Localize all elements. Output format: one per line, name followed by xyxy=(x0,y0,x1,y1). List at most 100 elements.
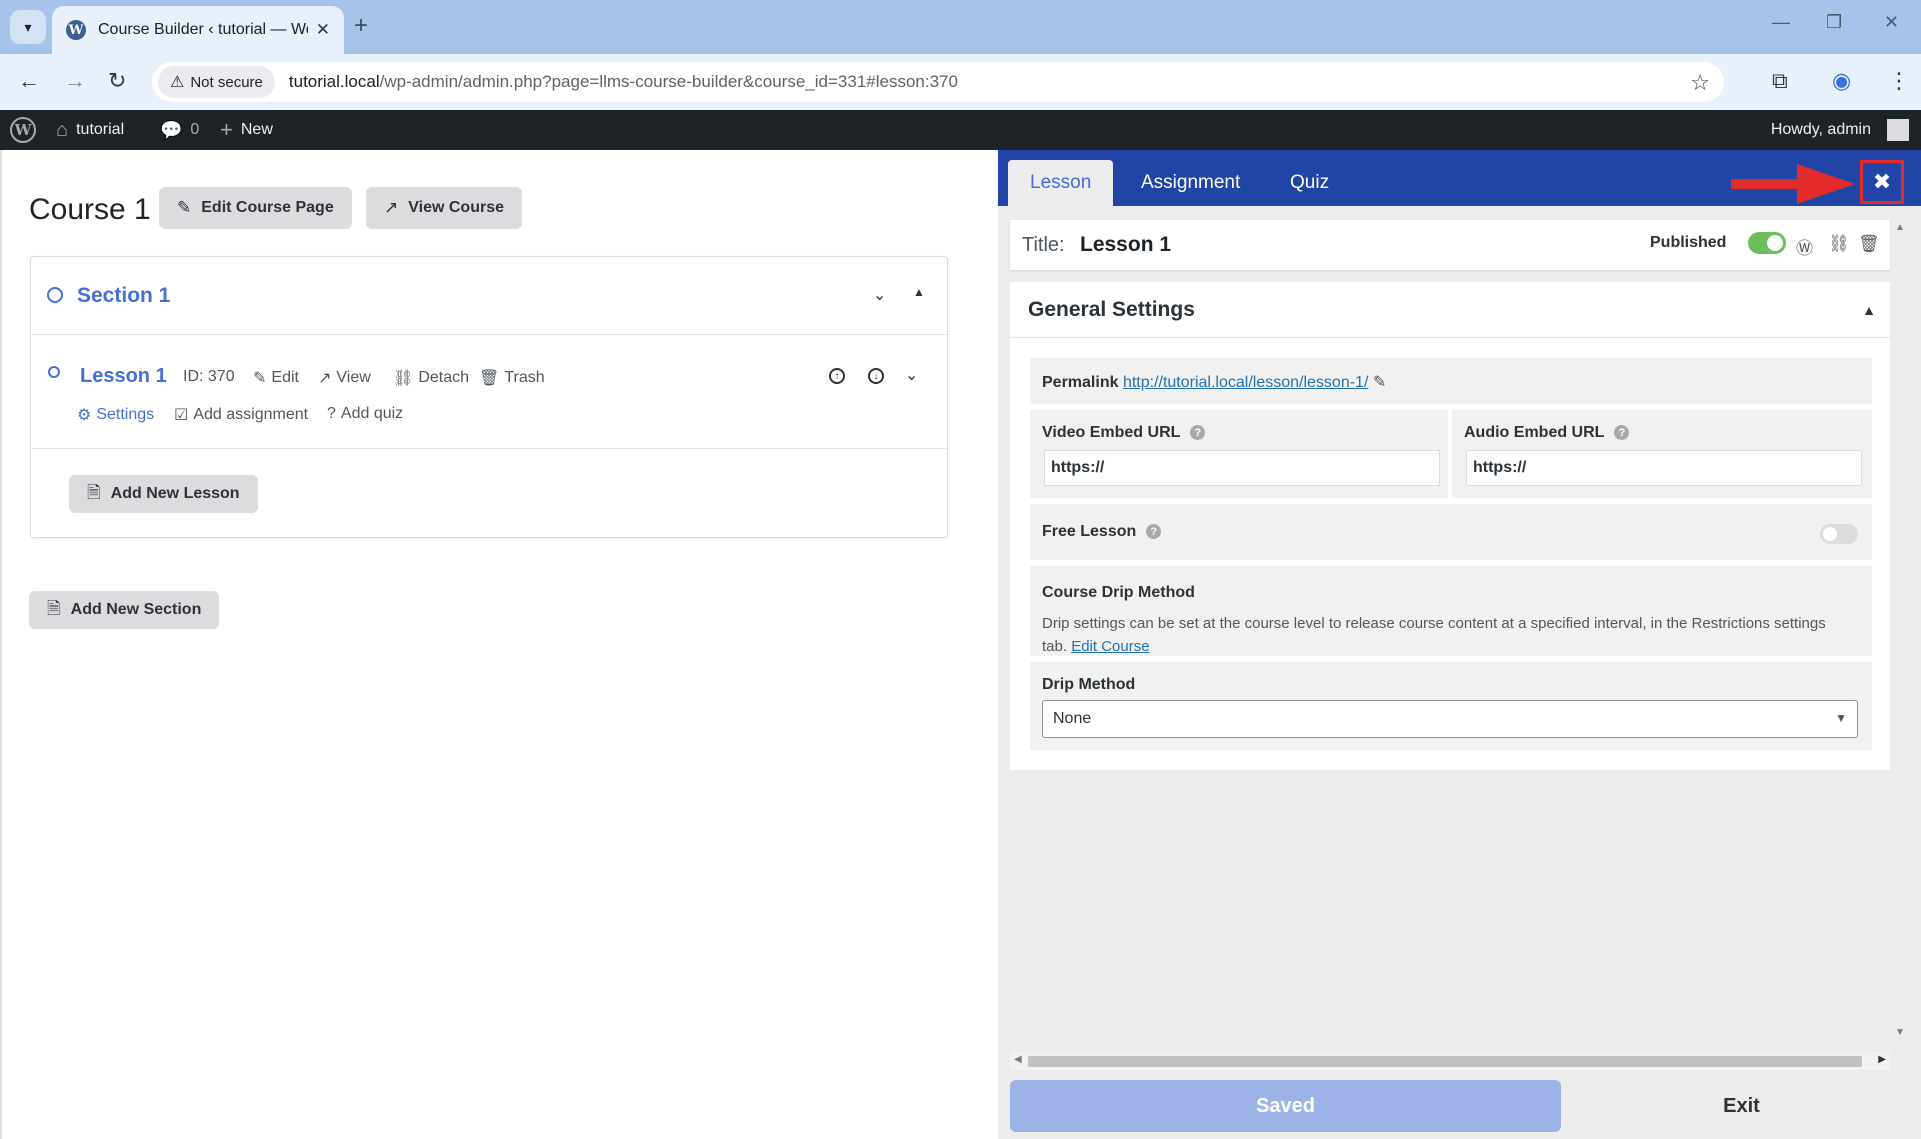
lesson-edit-link[interactable]: ✎ Edit xyxy=(253,368,299,388)
scroll-up-icon[interactable]: ▲ xyxy=(1895,222,1905,233)
free-lesson-label: Free Lesson xyxy=(1042,523,1137,540)
view-course-button[interactable]: ↗ View Course xyxy=(366,187,522,229)
lesson-title[interactable]: Lesson 1 xyxy=(80,365,167,388)
wp-admin-bar: W ⌂ tutorial 💬 0 + New Howdy, admin xyxy=(0,110,1921,150)
edit-course-link[interactable]: Edit Course xyxy=(1071,638,1149,655)
edit-course-page-label: Edit Course Page xyxy=(201,199,334,216)
menu-kebab-icon[interactable]: ⋮ xyxy=(1888,68,1910,94)
wp-logo-menu[interactable]: W xyxy=(10,110,36,150)
permalink-link[interactable]: http://tutorial.local/lesson/lesson-1/ xyxy=(1123,374,1368,391)
extensions-icon[interactable]: ⧉ xyxy=(1772,68,1788,94)
vertical-scrollbar[interactable]: ▲ ▼ xyxy=(1893,220,1909,1040)
title-label: Title: xyxy=(1022,234,1065,256)
audio-embed-label-wrap: Audio Embed URL? xyxy=(1464,424,1630,442)
detach-icon[interactable]: ⛓ xyxy=(1828,234,1850,254)
add-quiz-label: Add quiz xyxy=(340,405,404,422)
help-icon[interactable]: ? xyxy=(1146,524,1162,540)
published-toggle[interactable] xyxy=(1748,232,1786,254)
permalink-row: Permalink http://tutorial.local/lesson/l… xyxy=(1030,358,1872,404)
scroll-right-icon[interactable]: ▶ xyxy=(1878,1054,1886,1065)
wordpress-favicon-icon: W xyxy=(66,20,86,40)
forward-icon[interactable]: → xyxy=(64,68,86,94)
wordpress-icon[interactable]: Ⓦ xyxy=(1796,234,1813,259)
free-lesson-toggle[interactable] xyxy=(1820,524,1858,544)
new-content-link[interactable]: + New xyxy=(220,110,273,150)
add-assignment-link[interactable]: ☑ Add assignment xyxy=(174,405,308,425)
not-secure-badge[interactable]: ⚠ Not secure xyxy=(158,66,275,98)
lesson-title-field[interactable]: Lesson 1 xyxy=(1080,233,1171,257)
drip-method-select[interactable]: None ▼ xyxy=(1042,700,1858,738)
reload-icon[interactable]: ↻ xyxy=(108,68,126,94)
add-new-section-label: Add New Section xyxy=(70,601,202,618)
url-text[interactable]: tutorial.local/wp-admin/admin.php?page=l… xyxy=(289,72,958,92)
profile-icon[interactable]: ◉ xyxy=(1832,68,1851,94)
exit-button[interactable]: Exit xyxy=(1574,1080,1909,1132)
home-icon: ⌂ xyxy=(56,118,69,141)
collapse-caret-icon[interactable]: ▲ xyxy=(1862,302,1876,318)
address-bar: ← → ↻ ⚠ Not secure tutorial.local/wp-adm… xyxy=(0,54,1921,110)
lesson-detach-link[interactable]: ⛓ Detach xyxy=(393,368,469,388)
minimize-icon[interactable]: — xyxy=(1772,12,1790,33)
help-icon[interactable]: ? xyxy=(1614,425,1630,441)
lesson-trash-link[interactable]: 🗑 Trash xyxy=(479,368,545,388)
trash-icon[interactable]: 🗑 xyxy=(1858,234,1880,254)
video-embed-input[interactable]: https:// xyxy=(1044,450,1440,486)
audio-embed-label: Audio Embed URL xyxy=(1464,424,1605,441)
horizontal-scrollbar[interactable]: ◀ ▶ xyxy=(1010,1052,1890,1070)
window-close-icon[interactable]: ✕ xyxy=(1884,12,1899,33)
lesson-title-bar: Title: Lesson 1 Published Ⓦ ⛓ 🗑 xyxy=(1010,220,1890,270)
section-title[interactable]: Section 1 xyxy=(77,284,170,308)
tab-quiz[interactable]: Quiz xyxy=(1268,160,1351,206)
scroll-left-icon[interactable]: ◀ xyxy=(1014,1054,1022,1065)
general-settings-header[interactable]: General Settings ▲ xyxy=(1010,282,1890,338)
saved-button[interactable]: Saved xyxy=(1010,1080,1561,1132)
browser-tab[interactable]: W Course Builder ‹ tutorial — Wor ✕ xyxy=(52,6,344,54)
tab-list-button[interactable]: ▾ xyxy=(10,10,46,44)
lesson-settings-link[interactable]: ⚙ Settings xyxy=(77,405,154,425)
free-lesson-row: Free Lesson? xyxy=(1030,504,1872,560)
video-embed-row: Video Embed URL? https:// xyxy=(1030,410,1448,498)
lesson-drag-handle-icon[interactable] xyxy=(48,366,60,378)
published-label: Published xyxy=(1650,234,1727,251)
external-link-icon: ↗ xyxy=(318,370,332,387)
trash-icon: 🗑 xyxy=(479,370,500,387)
add-new-lesson-button[interactable]: 🗎 Add New Lesson xyxy=(69,475,258,513)
close-sidebar-button[interactable]: ✖ xyxy=(1860,160,1904,204)
my-account-link[interactable]: Howdy, admin xyxy=(1771,110,1909,150)
add-new-section-button[interactable]: 🗎 Add New Section xyxy=(29,591,220,629)
help-icon[interactable]: ? xyxy=(1190,425,1206,441)
permalink-field: Permalink http://tutorial.local/lesson/l… xyxy=(1042,372,1386,392)
course-builder-main: Course 1 ✎ Edit Course Page ↗ View Cours… xyxy=(0,150,998,1139)
section-card: Section 1 ⌄ ▲ Lesson 1 ID: 370 ✎ Edit ↗ Vi… xyxy=(30,256,948,538)
detach-label: Detach xyxy=(418,369,470,386)
maximize-icon[interactable]: ❐ xyxy=(1826,12,1842,33)
section-drag-handle-icon[interactable] xyxy=(47,287,63,303)
tab-lesson[interactable]: Lesson xyxy=(1008,160,1114,206)
avatar xyxy=(1887,119,1909,141)
course-drip-description: Drip settings can be set at the course l… xyxy=(1042,612,1852,658)
lesson-chevron-down-icon[interactable]: ⌄ xyxy=(905,365,918,385)
bookmark-star-icon[interactable]: ☆ xyxy=(1690,70,1710,96)
audio-embed-input[interactable]: https:// xyxy=(1466,450,1862,486)
caret-up-icon[interactable]: ▲ xyxy=(913,285,925,299)
new-tab-icon[interactable]: + xyxy=(354,12,368,40)
tab-assignment[interactable]: Assignment xyxy=(1119,160,1262,206)
checkbox-icon: ☑ xyxy=(174,407,189,424)
edit-icon: ✎ xyxy=(177,198,192,217)
scrollbar-thumb[interactable] xyxy=(1028,1056,1862,1067)
back-icon[interactable]: ← xyxy=(18,68,40,94)
scroll-down-icon[interactable]: ▼ xyxy=(1895,1027,1905,1038)
question-circle-icon: ? xyxy=(327,405,336,422)
chevron-down-icon[interactable]: ⌄ xyxy=(873,285,886,305)
move-up-icon[interactable]: ↑ xyxy=(829,368,845,384)
lesson-view-link[interactable]: ↗ View xyxy=(318,368,371,388)
site-name-link[interactable]: ⌂ tutorial xyxy=(56,110,124,150)
pencil-icon[interactable]: ✎ xyxy=(1373,374,1386,391)
section-header[interactable]: Section 1 ⌄ ▲ xyxy=(31,257,947,335)
edit-course-page-button[interactable]: ✎ Edit Course Page xyxy=(159,187,352,229)
move-down-icon[interactable]: ↓ xyxy=(868,368,884,384)
url-omnibox[interactable]: ⚠ Not secure tutorial.local/wp-admin/adm… xyxy=(152,62,1724,102)
comments-link[interactable]: 💬 0 xyxy=(160,110,199,150)
add-quiz-link[interactable]: ? Add quiz xyxy=(327,405,403,423)
tab-close-icon[interactable]: ✕ xyxy=(316,20,330,40)
